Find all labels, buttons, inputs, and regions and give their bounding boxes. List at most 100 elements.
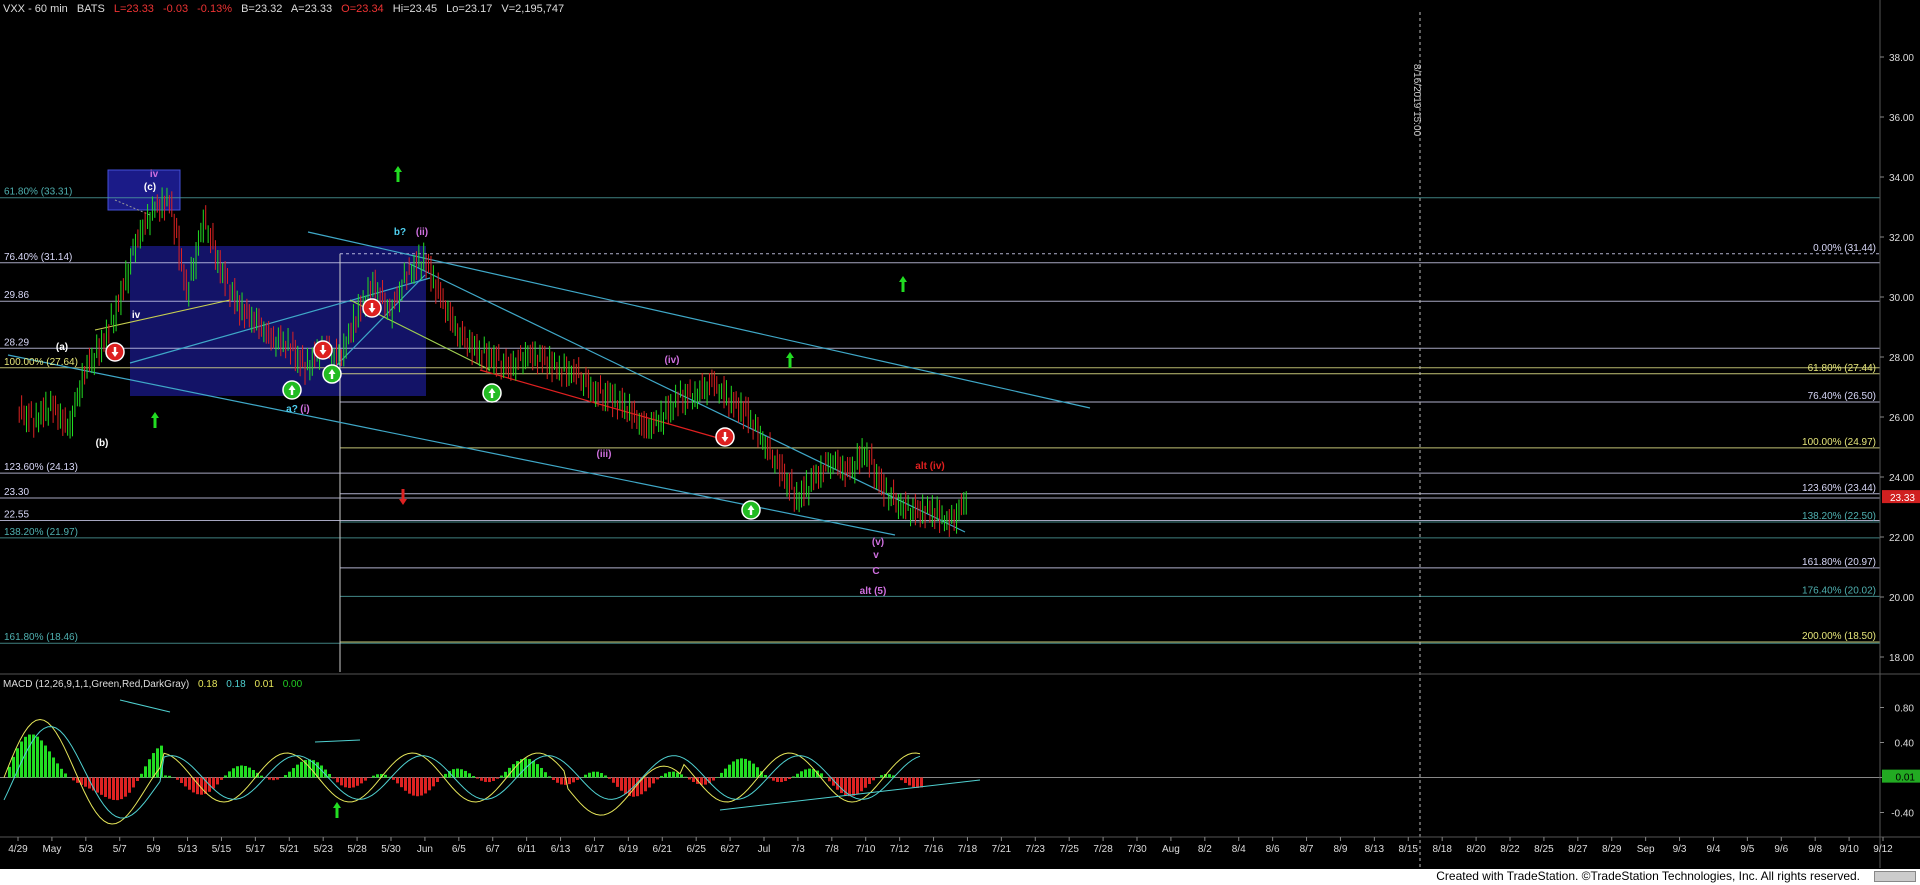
macd-histogram-bar bbox=[96, 777, 99, 793]
macd-histogram-bar bbox=[780, 777, 783, 783]
macd-histogram-bar bbox=[584, 774, 587, 778]
last-price-label: 23.33 bbox=[1890, 493, 1915, 504]
macd-histogram-bar bbox=[920, 777, 923, 788]
left-level-label: 161.80% (18.46) bbox=[4, 632, 78, 643]
time-axis-label: 8/22 bbox=[1500, 844, 1520, 855]
ask-value: A=23.33 bbox=[290, 3, 333, 15]
time-axis-label: 9/6 bbox=[1774, 844, 1788, 855]
time-axis-label: 8/6 bbox=[1266, 844, 1280, 855]
horizontal-scrollbar[interactable] bbox=[1874, 871, 1916, 882]
macd-histogram-bar bbox=[128, 777, 131, 793]
left-level-label: 22.55 bbox=[4, 510, 29, 521]
macd-histogram-bar bbox=[144, 766, 147, 778]
right-level-label: 176.40% (20.02) bbox=[1802, 585, 1876, 596]
time-axis-label: 9/4 bbox=[1707, 844, 1721, 855]
macd-histogram-bar bbox=[252, 770, 255, 778]
wave-label: alt (iv) bbox=[915, 461, 944, 472]
wave-label: (b) bbox=[96, 438, 109, 449]
wave-label: b? bbox=[394, 227, 406, 238]
macd-histogram-bar bbox=[400, 777, 403, 788]
time-axis-label: 7/28 bbox=[1093, 844, 1113, 855]
left-level-label: 61.80% (33.31) bbox=[4, 187, 72, 198]
macd-histogram-bar bbox=[680, 774, 683, 778]
time-axis-label: 9/10 bbox=[1839, 844, 1859, 855]
macd-histogram-bar bbox=[528, 759, 531, 778]
macd-histogram-bar bbox=[916, 777, 919, 788]
macd-histogram-bar bbox=[292, 768, 295, 778]
macd-histogram-bar bbox=[392, 777, 395, 780]
macd-header: MACD (12,26,9,1,1,Green,Red,DarkGray) 0.… bbox=[3, 679, 308, 690]
right-level-label: 138.20% (22.50) bbox=[1802, 511, 1876, 522]
macd-histogram-bar bbox=[200, 777, 203, 795]
macd-histogram-bar bbox=[616, 777, 619, 787]
macd-histogram-bar bbox=[636, 777, 639, 797]
price-axis-label: 24.00 bbox=[1889, 473, 1914, 484]
macd-histogram-bar bbox=[120, 777, 123, 800]
macd-histogram-bar bbox=[828, 777, 831, 782]
macd-histogram-bar bbox=[756, 767, 759, 778]
macd-histogram-bar bbox=[684, 776, 687, 778]
macd-histogram-bar bbox=[376, 774, 379, 778]
wave-label: alt (5) bbox=[860, 586, 887, 597]
macd-histogram-bar bbox=[116, 777, 119, 801]
time-axis-label: May bbox=[42, 844, 61, 855]
left-level-label: 138.20% (21.97) bbox=[4, 527, 78, 538]
left-level-label: 29.86 bbox=[4, 290, 29, 301]
macd-histogram-bar bbox=[56, 763, 59, 778]
macd-histogram-bar bbox=[648, 777, 651, 788]
wave-label: (iv) bbox=[665, 355, 680, 366]
price-axis-label: 20.00 bbox=[1889, 593, 1914, 604]
macd-histogram-bar bbox=[504, 771, 507, 778]
time-axis-label: 6/11 bbox=[517, 844, 536, 855]
macd-histogram-bar bbox=[784, 777, 787, 781]
time-axis-label: 8/27 bbox=[1568, 844, 1588, 855]
macd-histogram-bar bbox=[344, 777, 347, 788]
macd-histogram-bar bbox=[840, 777, 843, 794]
macd-histogram-bar bbox=[12, 756, 15, 778]
bid-value: B=23.32 bbox=[241, 3, 283, 15]
macd-histogram-bar bbox=[220, 777, 223, 780]
price-axis-label: 34.00 bbox=[1889, 173, 1914, 184]
macd-value-3: 0.01 bbox=[254, 679, 274, 690]
macd-histogram-bar bbox=[880, 775, 883, 778]
time-axis-label: 8/20 bbox=[1466, 844, 1486, 855]
time-axis-label: 5/30 bbox=[381, 844, 401, 855]
macd-histogram-bar bbox=[288, 771, 291, 778]
macd-histogram-bar bbox=[468, 773, 471, 778]
macd-histogram-bar bbox=[688, 777, 691, 780]
macd-histogram-bar bbox=[800, 771, 803, 778]
time-axis-label: 8/9 bbox=[1334, 844, 1348, 855]
macd-histogram-bar bbox=[860, 777, 863, 792]
wave-label: v bbox=[873, 550, 879, 561]
macd-histogram-bar bbox=[472, 776, 475, 778]
wave-label: a? bbox=[286, 404, 298, 415]
price-chart[interactable]: 8/16/2019 15:00 38.00 36.00 34.00 32.00 30.0… bbox=[0, 0, 1920, 885]
macd-histogram-bar bbox=[188, 777, 191, 790]
right-level-label: 100.00% (24.97) bbox=[1802, 437, 1876, 448]
right-level-label: 61.80% (27.44) bbox=[1808, 363, 1876, 374]
macd-histogram-bar bbox=[40, 740, 43, 778]
left-level-label: 23.30 bbox=[4, 487, 29, 498]
right-level-label: 161.80% (20.97) bbox=[1802, 557, 1876, 568]
macd-histogram-bar bbox=[492, 777, 495, 781]
price-axis-label: 18.00 bbox=[1889, 653, 1914, 664]
macd-histogram-bar bbox=[592, 771, 595, 778]
macd-histogram-bar bbox=[568, 777, 571, 785]
macd-histogram-bar bbox=[608, 777, 611, 779]
macd-histogram-bar bbox=[360, 777, 363, 784]
time-axis-label: 5/13 bbox=[178, 844, 198, 855]
macd-histogram-bar bbox=[624, 777, 627, 794]
time-axis-label: 9/5 bbox=[1740, 844, 1754, 855]
macd-histogram-bar bbox=[228, 771, 231, 778]
macd-histogram-bar bbox=[64, 773, 67, 778]
macd-histogram-bar bbox=[224, 775, 227, 778]
macd-histogram-bar bbox=[184, 777, 187, 787]
macd-histogram-bar bbox=[332, 777, 335, 779]
macd-histogram-bar bbox=[300, 761, 303, 778]
macd-histogram-bar bbox=[752, 763, 755, 778]
time-axis-label: 5/17 bbox=[246, 844, 266, 855]
macd-last-label: 0.01 bbox=[1896, 773, 1916, 784]
macd-histogram-bar bbox=[500, 775, 503, 778]
wave-label: (i) bbox=[300, 404, 309, 415]
macd-histogram-bar bbox=[540, 767, 543, 778]
